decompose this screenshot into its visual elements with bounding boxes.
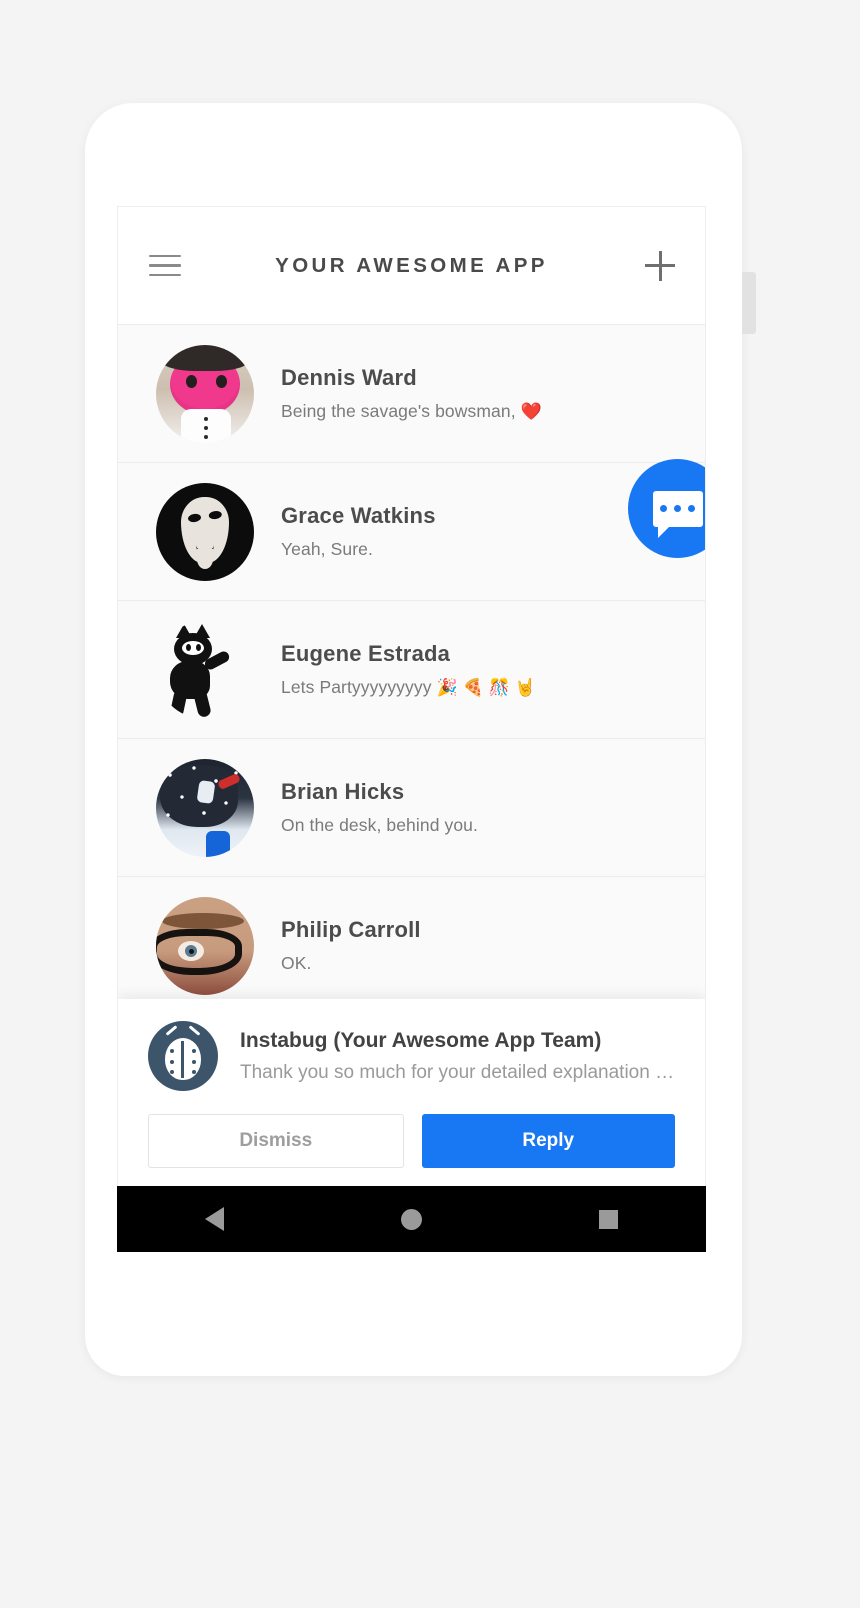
instabug-notification: Instabug (Your Awesome App Team) Thank y…: [118, 999, 705, 1191]
message-text: Yeah, Sure.: [281, 539, 373, 559]
avatar: [156, 620, 254, 719]
list-item[interactable]: Grace Watkins Yeah, Sure.: [118, 463, 705, 601]
list-item-text: Philip Carroll OK.: [281, 917, 421, 974]
contact-message: Being the savage's bowsman, ❤️: [281, 401, 542, 422]
recents-square-icon[interactable]: [598, 1209, 618, 1229]
message-text: On the desk, behind you.: [281, 815, 478, 835]
contact-name: Eugene Estrada: [281, 641, 451, 666]
notification-title: Instabug (Your Awesome App Team): [240, 1028, 602, 1052]
avatar: [156, 482, 254, 581]
avatar: [156, 896, 254, 995]
notification-texts: Instabug (Your Awesome App Team) Thank y…: [240, 1029, 675, 1084]
message-text: OK.: [281, 953, 312, 973]
list-item[interactable]: Philip Carroll OK.: [118, 877, 705, 999]
back-triangle-icon[interactable]: [205, 1207, 225, 1231]
avatar: [156, 758, 254, 857]
message-text: Lets Partyyyyyyyyy: [281, 677, 437, 697]
notification-body: Thank you so much for your detailed expl…: [240, 1061, 675, 1083]
contact-name: Philip Carroll: [281, 917, 421, 942]
home-circle-icon[interactable]: [400, 1208, 422, 1230]
list-item-text: Brian Hicks On the desk, behind you.: [281, 779, 478, 836]
list-item-text: Eugene Estrada Lets Partyyyyyyyyy 🎉 🍕 🎊 …: [281, 641, 536, 698]
notification-header: Instabug (Your Awesome App Team) Thank y…: [148, 1021, 675, 1091]
avatar: [156, 344, 254, 443]
list-item-text: Dennis Ward Being the savage's bowsman, …: [281, 365, 542, 422]
hamburger-menu-icon[interactable]: [149, 254, 181, 277]
plus-icon[interactable]: [645, 250, 675, 281]
list-item[interactable]: Eugene Estrada Lets Partyyyyyyyyy 🎉 🍕 🎊 …: [118, 601, 705, 739]
message-emoji: 🎉 🍕 🎊 🤘: [436, 678, 537, 697]
app-bar: YOUR AWESOME APP: [118, 207, 705, 325]
instabug-ladybug-icon: [148, 1021, 218, 1091]
contact-name: Grace Watkins: [281, 503, 436, 528]
conversation-list[interactable]: Dennis Ward Being the savage's bowsman, …: [118, 325, 705, 999]
notification-actions: Dismiss Reply: [148, 1114, 675, 1168]
contact-name: Dennis Ward: [281, 365, 417, 390]
message-text: Being the savage's bowsman,: [281, 401, 521, 421]
phone-screen: YOUR AWESOME APP Dennis Ward Being the s…: [117, 206, 706, 1252]
dismiss-button[interactable]: Dismiss: [148, 1114, 404, 1168]
contact-name: Brian Hicks: [281, 779, 405, 804]
contact-message: On the desk, behind you.: [281, 815, 478, 836]
screenshot-stage: YOUR AWESOME APP Dennis Ward Being the s…: [0, 0, 860, 1608]
page-title: YOUR AWESOME APP: [275, 253, 548, 277]
list-item[interactable]: Brian Hicks On the desk, behind you.: [118, 739, 705, 877]
chat-bubble-icon: [652, 490, 703, 538]
list-item[interactable]: Dennis Ward Being the savage's bowsman, …: [118, 325, 705, 463]
contact-message: Yeah, Sure.: [281, 539, 436, 560]
phone-power-button[interactable]: [742, 272, 756, 334]
message-emoji: ❤️: [520, 402, 542, 421]
contact-message: OK.: [281, 953, 421, 974]
contact-message: Lets Partyyyyyyyyy 🎉 🍕 🎊 🤘: [281, 677, 536, 698]
reply-button[interactable]: Reply: [421, 1114, 675, 1168]
list-item-text: Grace Watkins Yeah, Sure.: [281, 503, 436, 560]
android-nav-bar: [117, 1186, 706, 1252]
